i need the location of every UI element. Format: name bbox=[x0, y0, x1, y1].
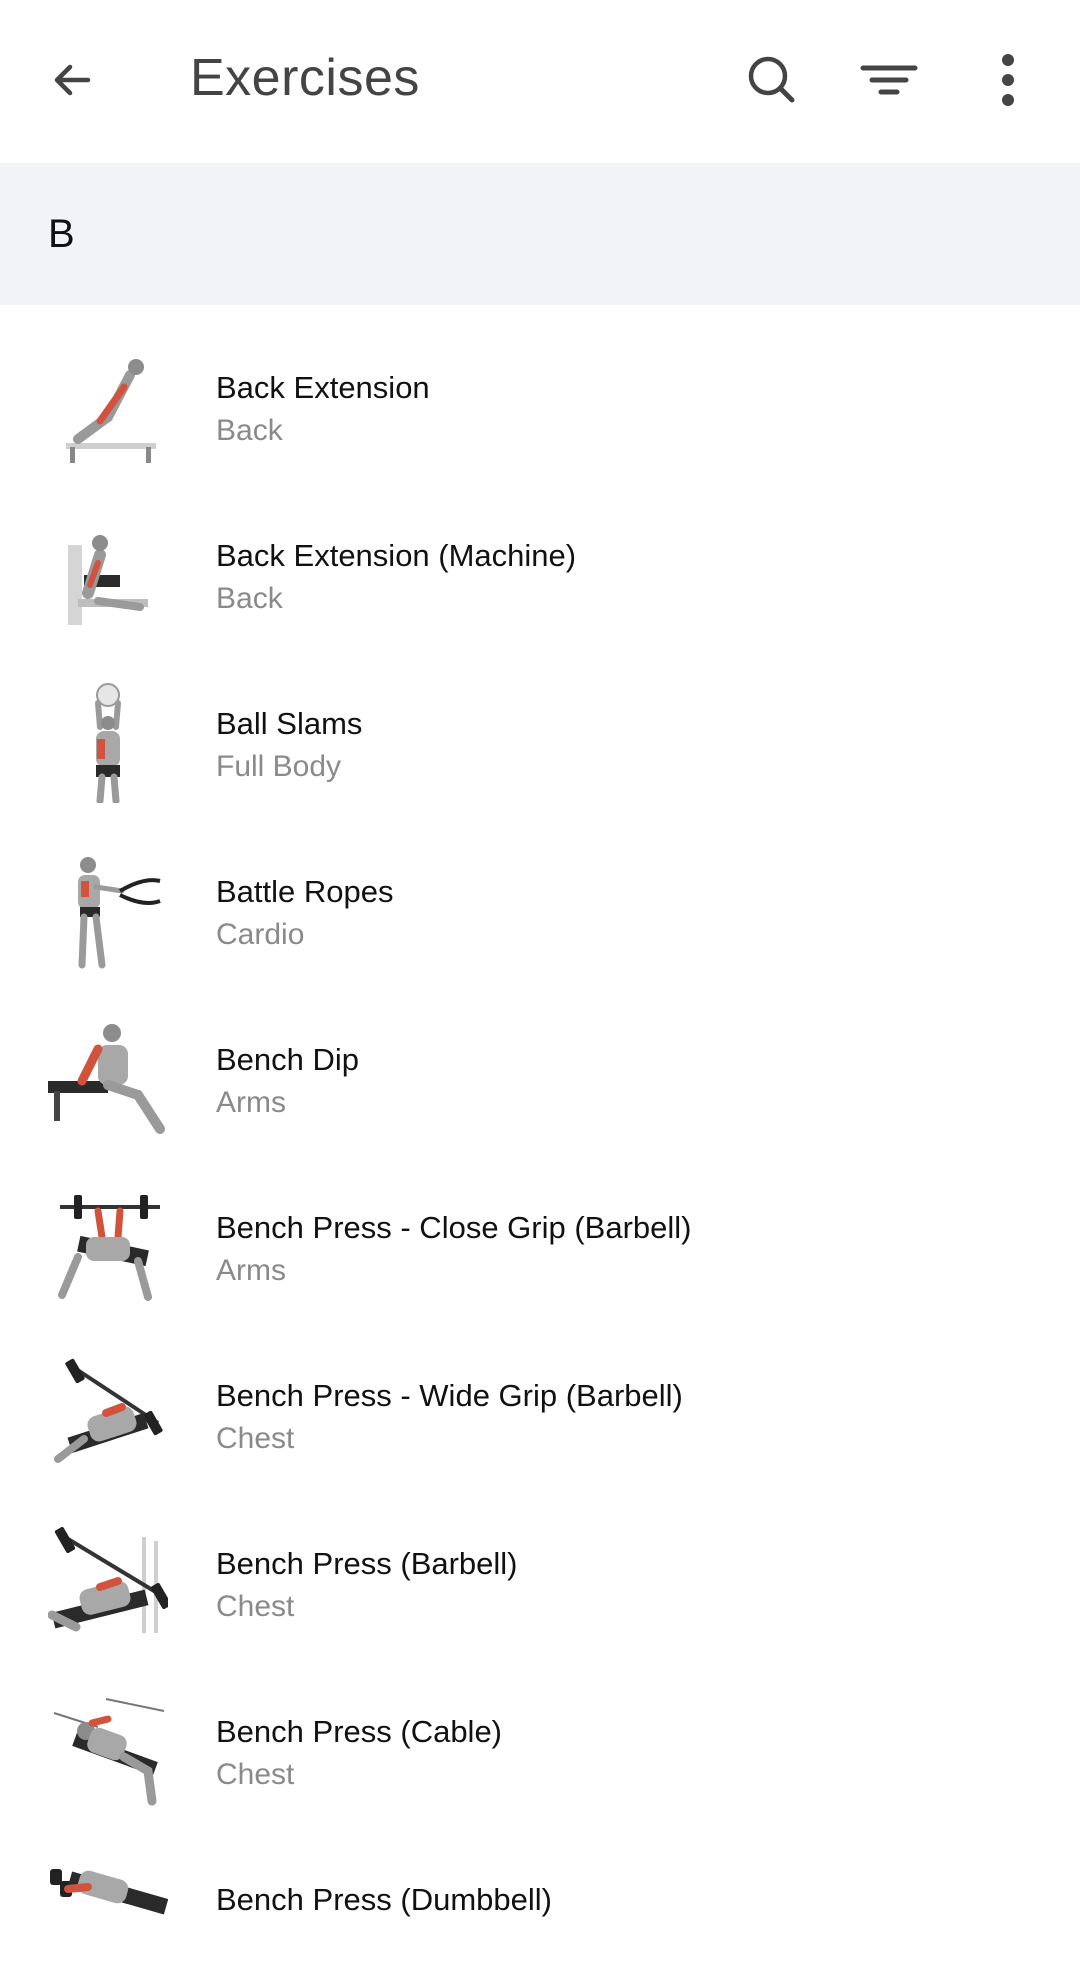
arrow-left-icon bbox=[54, 64, 91, 96]
search-icon bbox=[748, 56, 795, 103]
exercise-thumbnail bbox=[48, 683, 168, 803]
exercise-category: Arms bbox=[216, 1086, 286, 1119]
exercise-category: Chest bbox=[216, 1422, 295, 1455]
exercise-row[interactable]: Bench Press - Close Grip (Barbell) Arms bbox=[0, 1145, 1080, 1313]
exercise-thumbnail bbox=[48, 851, 168, 971]
exercise-thumbnail bbox=[48, 1355, 168, 1475]
filter-button[interactable] bbox=[857, 48, 921, 112]
page-title: Exercises bbox=[190, 49, 420, 107]
exercise-name: Battle Ropes bbox=[216, 874, 394, 909]
exercise-row[interactable]: Battle Ropes Cardio bbox=[0, 809, 1080, 977]
exercise-name: Ball Slams bbox=[216, 706, 363, 741]
exercise-name: Bench Dip bbox=[216, 1042, 360, 1077]
exercise-category: Chest bbox=[216, 1590, 295, 1623]
exercise-row[interactable]: Back Extension Back bbox=[0, 305, 1080, 473]
exercise-row[interactable]: Bench Press - Wide Grip (Barbell) Chest bbox=[0, 1313, 1080, 1481]
exercise-thumbnail bbox=[48, 347, 168, 467]
exercise-row[interactable]: Bench Dip Arms bbox=[0, 977, 1080, 1145]
exercise-name: Bench Press (Dumbbell) bbox=[216, 1882, 552, 1917]
exercise-thumbnail bbox=[48, 515, 168, 635]
section-header: B bbox=[0, 163, 1080, 305]
exercise-list: Back Extension Back Back Extension (Mach… bbox=[0, 305, 1080, 1985]
exercise-category: Back bbox=[216, 582, 283, 615]
exercise-name: Bench Press - Wide Grip (Barbell) bbox=[216, 1378, 683, 1413]
exercise-row[interactable]: Bench Press (Barbell) Chest bbox=[0, 1481, 1080, 1649]
more-options-button[interactable] bbox=[976, 48, 1040, 112]
exercise-row[interactable]: Ball Slams Full Body bbox=[0, 641, 1080, 809]
exercise-category: Back bbox=[216, 414, 283, 447]
exercise-category: Chest bbox=[216, 1758, 295, 1791]
exercise-row[interactable]: Bench Press (Dumbbell) bbox=[0, 1817, 1080, 1985]
exercise-name: Bench Press (Barbell) bbox=[216, 1546, 518, 1581]
filter-icon bbox=[860, 65, 918, 95]
exercise-thumbnail bbox=[48, 1859, 168, 1979]
back-button[interactable] bbox=[40, 48, 104, 112]
exercise-category: Cardio bbox=[216, 918, 305, 951]
exercise-row[interactable]: Bench Press (Cable) Chest bbox=[0, 1649, 1080, 1817]
exercise-row[interactable]: Back Extension (Machine) Back bbox=[0, 473, 1080, 641]
exercise-category: Full Body bbox=[216, 750, 342, 783]
exercise-name: Bench Press (Cable) bbox=[216, 1714, 503, 1749]
exercise-name: Bench Press - Close Grip (Barbell) bbox=[216, 1210, 692, 1245]
exercise-category: Arms bbox=[216, 1254, 286, 1287]
section-letter: B bbox=[48, 212, 75, 256]
exercise-thumbnail bbox=[48, 1691, 168, 1811]
exercise-thumbnail bbox=[48, 1019, 168, 1139]
search-button[interactable] bbox=[740, 48, 804, 112]
exercise-name: Back Extension (Machine) bbox=[216, 538, 577, 573]
exercise-thumbnail bbox=[48, 1523, 168, 1643]
exercise-name: Back Extension bbox=[216, 370, 430, 405]
app-bar: Exercises bbox=[0, 0, 1080, 163]
more-vert-icon bbox=[1002, 54, 1014, 106]
exercise-thumbnail bbox=[48, 1187, 168, 1307]
